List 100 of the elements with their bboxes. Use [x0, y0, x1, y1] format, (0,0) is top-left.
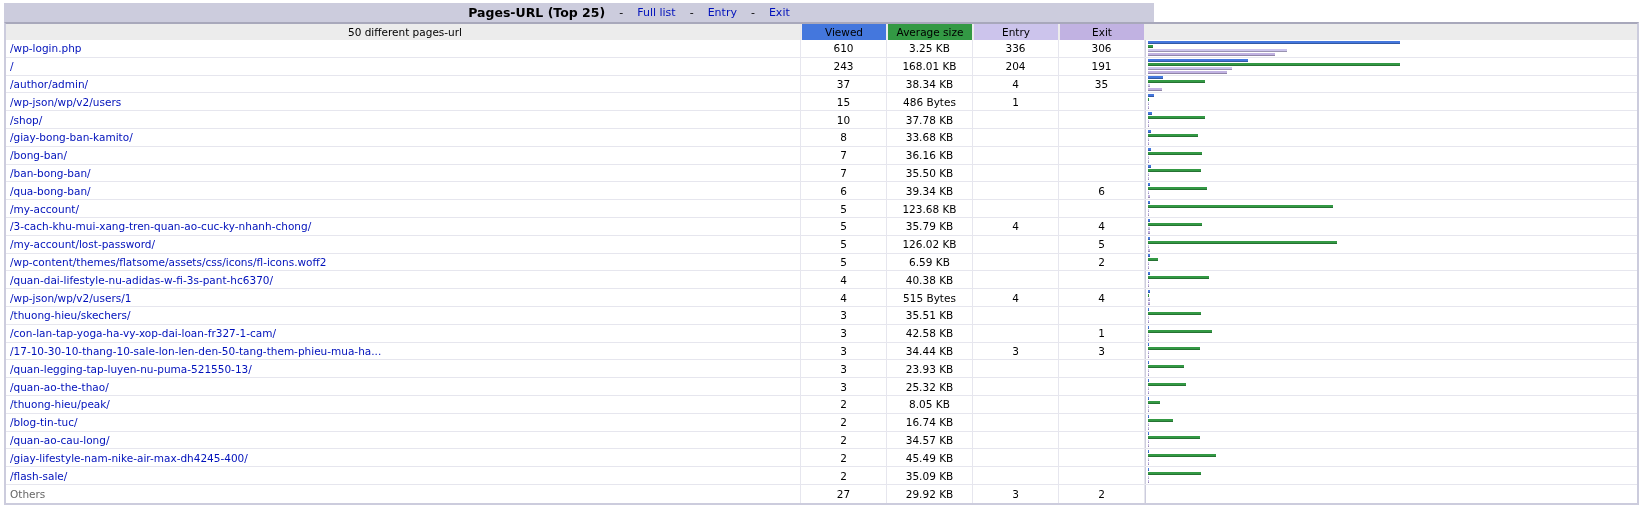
column-header: Entry	[974, 24, 1058, 40]
others-label: Others	[10, 487, 46, 500]
table-cell: 336	[1005, 42, 1026, 55]
table-cell: 123.68 KB	[902, 202, 957, 215]
table-cell: 37	[836, 78, 851, 90]
column-header: Viewed	[802, 24, 886, 40]
table-cell: 35.79 KB	[905, 220, 954, 233]
url-link[interactable]: /wp-json/wp/v2/users/1	[10, 291, 132, 304]
url-link[interactable]: /bong-ban/	[10, 149, 68, 162]
table-cell: 4	[840, 291, 847, 304]
url-link[interactable]: /con-lan-tap-yoga-ha-vy-xop-dai-loan-fr327-1-cam/	[10, 327, 277, 340]
table-cell: 5	[840, 220, 847, 233]
table-cell: 486 Bytes	[903, 95, 956, 108]
table-cell: 10	[836, 113, 851, 126]
table-cell: 515 Bytes	[903, 291, 956, 304]
url-link[interactable]: /shop/	[10, 113, 43, 126]
table-cell: 5	[840, 255, 847, 268]
table-cell: 3	[840, 380, 847, 393]
table-cell: 37.78 KB	[905, 113, 954, 126]
section-title: Pages-URL (Top 25)	[468, 5, 606, 20]
table-cell: 2	[1098, 255, 1105, 268]
table-cell: 2	[1098, 487, 1105, 500]
column-header: Average size	[888, 24, 972, 40]
table-cell: 6.59 KB	[909, 255, 950, 268]
table-cell: 5	[840, 238, 847, 251]
table-cell: 3	[840, 362, 847, 375]
table-cell: 4	[1098, 291, 1105, 304]
url-link[interactable]: /3-cach-khu-mui-xang-tren-quan-ao-cuc-ky-nhanh-chong/	[10, 220, 312, 233]
table-cell: 6	[840, 184, 847, 197]
table-cell: 34.44 KB	[905, 344, 954, 357]
table-cell: 168.01 KB	[902, 60, 957, 73]
url-link[interactable]: /quan-dai-lifestyle-nu-adidas-w-fi-3s-pant-hc6370/	[10, 273, 274, 286]
table-cell: 4	[1012, 78, 1019, 90]
table-cell: 610	[833, 42, 854, 55]
url-link[interactable]: /author/admin/	[10, 78, 89, 90]
separator: -	[750, 6, 755, 19]
table-cell: 4	[840, 273, 847, 286]
url-link[interactable]: /thuong-hieu/skechers/	[10, 309, 131, 322]
url-link[interactable]: /qua-bong-ban/	[10, 184, 91, 197]
separator: -	[689, 6, 694, 19]
url-link[interactable]: /giay-bong-ban-kamito/	[10, 131, 133, 144]
column-header: Exit	[1060, 24, 1144, 40]
separator: -	[619, 6, 624, 19]
url-link[interactable]: /quan-ao-the-thao/	[10, 380, 109, 393]
url-link[interactable]: /my-account/	[10, 202, 79, 215]
title-link[interactable]: Exit	[768, 6, 790, 19]
table-cell: 7	[840, 166, 847, 179]
table-cell: 3	[840, 309, 847, 322]
url-link[interactable]: /quan-legging-tap-luyen-nu-puma-521550-13/	[10, 362, 252, 375]
table-cell: 2	[840, 451, 847, 464]
table-cell: 204	[1005, 60, 1026, 73]
table-cell: 16.74 KB	[905, 416, 954, 429]
table-cell: 5	[840, 202, 847, 215]
table-cell: 35.51 KB	[905, 309, 954, 322]
url-link[interactable]: /ban-bong-ban/	[10, 166, 91, 179]
table-cell: 2	[840, 433, 847, 446]
url-link[interactable]: /thuong-hieu/peak/	[10, 398, 110, 411]
table-cell: 3	[840, 327, 847, 340]
table-cell: 36.16 KB	[905, 149, 954, 162]
table-cell: 8.05 KB	[909, 398, 950, 411]
table-cell: 1	[1098, 327, 1105, 340]
table-cell: 7	[840, 149, 847, 162]
title-link[interactable]: Full list	[637, 6, 676, 19]
url-link[interactable]: /wp-json/wp/v2/users	[10, 95, 122, 108]
table-cell: 2	[840, 469, 847, 482]
table-cell: 3	[840, 344, 847, 357]
table-cell: 29.92 KB	[905, 487, 954, 500]
url-link[interactable]: /flash-sale/	[10, 469, 68, 482]
table-cell: 3	[1012, 487, 1019, 500]
table-cell: 34.57 KB	[905, 433, 954, 446]
table-cell: 40.38 KB	[905, 273, 954, 286]
table-cell: 4	[1012, 291, 1019, 304]
table-cell: 8	[840, 131, 847, 144]
table-cell: 3	[1012, 344, 1019, 357]
table-cell: 35.09 KB	[905, 469, 954, 482]
table-cell: 5	[1098, 238, 1105, 251]
url-link[interactable]: /quan-ao-cau-long/	[10, 433, 110, 446]
table-cell: 4	[1012, 220, 1019, 233]
table-cell: 243	[833, 60, 854, 73]
column-header: 50 different pages-url	[6, 24, 801, 40]
table-cell: 3	[1098, 344, 1105, 357]
table-cell: 4	[1098, 220, 1105, 233]
url-link[interactable]: /wp-content/themes/flatsome/assets/css/icons/fl-icons.woff2	[10, 255, 327, 268]
table-cell: 39.34 KB	[905, 184, 954, 197]
table-cell: 35	[1094, 78, 1109, 90]
table-cell: 38.34 KB	[905, 78, 954, 90]
table-cell: 6	[1098, 184, 1105, 197]
url-link[interactable]: /my-account/lost-password/	[10, 238, 156, 251]
table-cell: 33.68 KB	[905, 131, 954, 144]
url-link[interactable]: /giay-lifestyle-nam-nike-air-max-dh4245-400/	[10, 451, 248, 464]
title-link[interactable]: Entry	[707, 6, 737, 19]
url-link[interactable]: /17-10-30-10-thang-10-sale-lon-len-den-50-tang-them-phieu-mua-ha...	[10, 344, 382, 357]
table-cell: 23.93 KB	[905, 362, 954, 375]
table-cell: 45.49 KB	[905, 451, 954, 464]
table-cell: 15	[836, 95, 851, 108]
url-link[interactable]: /wp-login.php	[10, 42, 82, 55]
table-cell: 2	[840, 416, 847, 429]
url-link[interactable]: /blog-tin-tuc/	[10, 416, 78, 429]
table-cell: 191	[1091, 60, 1112, 73]
url-link[interactable]: /	[10, 60, 14, 73]
